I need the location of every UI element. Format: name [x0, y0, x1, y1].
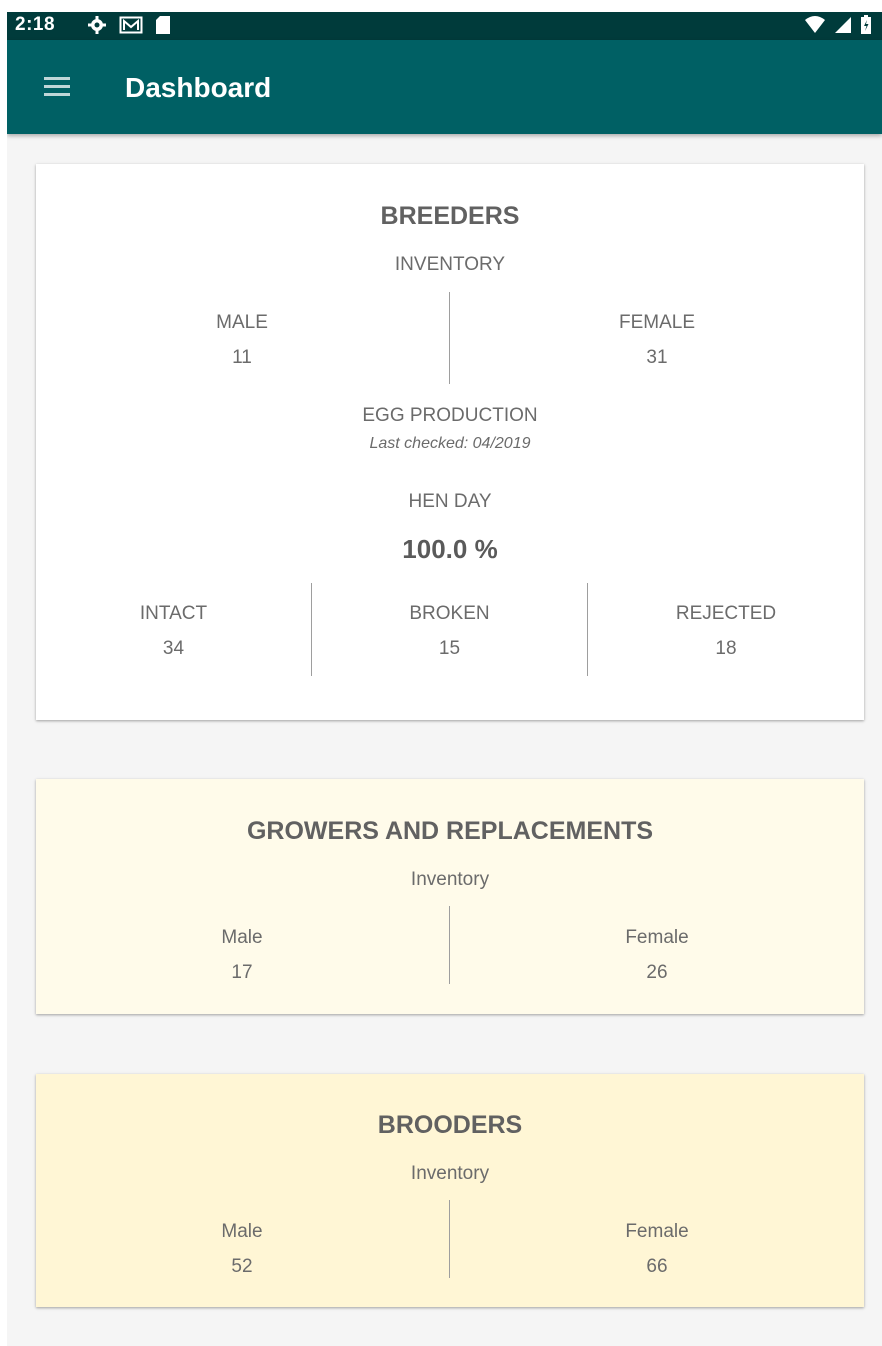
hamburger-menu-icon[interactable]	[40, 70, 80, 104]
inventory-divider	[449, 292, 450, 384]
egg-divider-1	[311, 583, 312, 676]
breeders-male-value: 11	[232, 347, 252, 368]
status-icons-left	[87, 15, 171, 35]
brooders-male-value: 52	[231, 1256, 253, 1277]
last-checked-note: Last checked: 04/2019	[369, 435, 531, 452]
growers-female-label: Female	[625, 927, 689, 948]
growers-male-value: 17	[231, 962, 253, 983]
rejected-label: REJECTED	[675, 603, 777, 624]
brooders-card[interactable]: BROODERS Inventory Male 52 Female 66	[36, 1074, 864, 1307]
growers-title: GROWERS AND REPLACEMENTS	[246, 817, 654, 845]
status-time: 2:18	[15, 14, 56, 35]
breeders-title: BREEDERS	[380, 202, 520, 230]
growers-male-label: Male	[221, 927, 263, 948]
breeders-male-label: MALE	[216, 312, 268, 333]
egg-production-label: EGG PRODUCTION	[362, 405, 538, 426]
brooders-male-label: Male	[221, 1221, 263, 1242]
signal-icon	[835, 17, 851, 33]
sd-card-icon	[156, 16, 170, 34]
rejected-value: 18	[715, 638, 737, 659]
page-title: Dashboard	[125, 72, 272, 103]
status-icons-right	[804, 15, 872, 35]
intact-value: 34	[162, 638, 185, 659]
gear-icon	[88, 16, 106, 34]
app-bar: Dashboard	[7, 40, 882, 134]
battery-icon	[861, 15, 871, 34]
intact-label: INTACT	[139, 603, 208, 624]
growers-card[interactable]: GROWERS AND REPLACEMENTS Inventory Male …	[36, 779, 864, 1014]
brooders-female-value: 66	[646, 1256, 668, 1277]
brooders-inventory-label: Inventory	[410, 1163, 490, 1184]
egg-divider-2	[587, 583, 588, 676]
status-bar: 2:18	[7, 12, 882, 40]
breeders-female-label: FEMALE	[618, 312, 696, 333]
hen-day-label: HEN DAY	[408, 491, 492, 512]
broken-value: 15	[438, 638, 461, 659]
growers-inventory-label: Inventory	[410, 869, 490, 890]
brooders-title: BROODERS	[377, 1111, 523, 1139]
brooders-female-label: Female	[625, 1221, 689, 1242]
wifi-icon	[805, 16, 825, 33]
growers-female-value: 26	[646, 962, 668, 983]
breeders-card[interactable]: BREEDERS INVENTORY MALE 11 FEMALE 31 EGG…	[36, 164, 864, 720]
breeders-female-value: 31	[646, 347, 668, 368]
broken-label: BROKEN	[409, 603, 490, 624]
hen-day-value: 100.0 %	[402, 534, 498, 564]
phone-screen: 2:18 Dashboard BREEDERS INVENTORY MALE 1…	[7, 12, 882, 1346]
gmail-icon	[119, 16, 143, 34]
breeders-inventory-label: INVENTORY	[394, 254, 506, 275]
